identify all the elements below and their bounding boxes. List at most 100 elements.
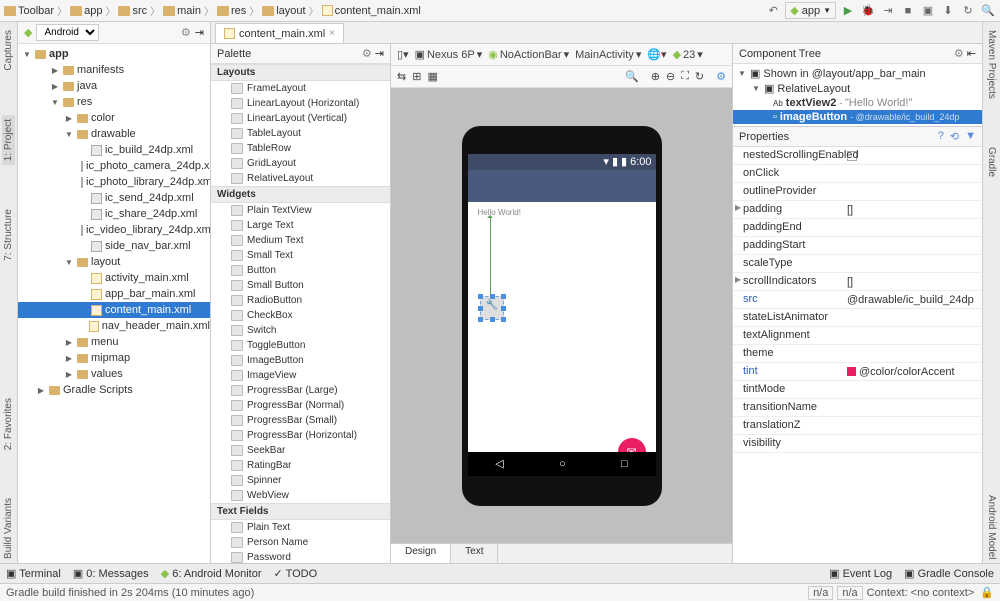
palette-item[interactable]: TableRow	[211, 141, 390, 156]
property-row[interactable]: paddingStart	[733, 237, 982, 255]
tree-imagebutton[interactable]: ▫ imageButton - @drawable/ic_build_24dp	[733, 110, 982, 124]
property-row[interactable]: translationZ	[733, 417, 982, 435]
tree-item[interactable]: ▶mipmap	[18, 350, 210, 366]
tree-item[interactable]: ▼layout	[18, 254, 210, 270]
palette-item[interactable]: GridLayout	[211, 156, 390, 171]
editor-tab[interactable]: content_main.xml ×	[215, 23, 344, 43]
palette-item[interactable]: ImageView	[211, 368, 390, 383]
tab-todo[interactable]: ✓ TODO	[273, 567, 317, 580]
tab-android-monitor[interactable]: ◆ 6: Android Monitor	[161, 567, 262, 580]
textview-preview[interactable]: Hello World!	[478, 208, 521, 217]
lock-icon[interactable]: 🔒	[980, 586, 994, 599]
tree-item[interactable]: ic_build_24dp.xml	[18, 142, 210, 158]
property-row[interactable]: textAlignment	[733, 327, 982, 345]
tab-design[interactable]: Design	[391, 544, 451, 563]
breadcrumb-item[interactable]: content_main.xml	[322, 5, 421, 17]
tree-item[interactable]: ▶manifests	[18, 62, 210, 78]
tree-item[interactable]: activity_main.xml	[18, 270, 210, 286]
tree-item[interactable]: ic_photo_camera_24dp.xml	[18, 158, 210, 174]
tree-item[interactable]: side_nav_bar.xml	[18, 238, 210, 254]
tree-textview[interactable]: Ab textView2 - "Hello World!"	[733, 96, 982, 110]
palette-item[interactable]: SeekBar	[211, 443, 390, 458]
zoom-out-icon[interactable]: ⊖	[666, 70, 675, 83]
property-row[interactable]: onClick	[733, 165, 982, 183]
zoom-fit-icon[interactable]: 🔍	[625, 70, 639, 83]
tab-favorites[interactable]: 2: Favorites	[2, 394, 15, 454]
palette-item[interactable]: RadioButton	[211, 293, 390, 308]
breadcrumb-item[interactable]: res	[217, 5, 246, 17]
revert-icon[interactable]: ⟲	[950, 130, 959, 143]
tree-item[interactable]: ic_photo_library_24dp.xml	[18, 174, 210, 190]
breadcrumb-item[interactable]: Toolbar	[4, 5, 54, 17]
tab-event-log[interactable]: ▣ Event Log	[829, 567, 892, 580]
resize-handle[interactable]	[501, 306, 506, 311]
palette-item[interactable]: TableLayout	[211, 126, 390, 141]
property-row[interactable]: ▶scrollIndicators[]	[733, 273, 982, 291]
tree-item[interactable]: ▼app	[18, 46, 210, 62]
tab-project[interactable]: 1: Project	[2, 115, 15, 165]
palette-item[interactable]: Plain TextView	[211, 203, 390, 218]
content-preview[interactable]: Hello World!	[468, 202, 656, 476]
device-screen[interactable]: ▾ ▮ ▮ 6:00 Hello World!	[468, 154, 656, 476]
tree-item[interactable]: ▶java	[18, 78, 210, 94]
tree-item[interactable]: app_bar_main.xml	[18, 286, 210, 302]
tab-build-variants[interactable]: Build Variants	[2, 494, 15, 563]
palette-item[interactable]: ProgressBar (Small)	[211, 413, 390, 428]
locale-selector[interactable]: 🌐▾	[647, 48, 666, 61]
property-row[interactable]: paddingEnd	[733, 219, 982, 237]
property-row[interactable]: outlineProvider	[733, 183, 982, 201]
palette-item[interactable]: ProgressBar (Normal)	[211, 398, 390, 413]
palette-item[interactable]: LinearLayout (Vertical)	[211, 111, 390, 126]
tree-item[interactable]: ▶color	[18, 110, 210, 126]
component-tree[interactable]: ▼▣ Shown in @layout/app_bar_main ▼▣ Rela…	[733, 64, 982, 126]
palette-item[interactable]: WebView	[211, 488, 390, 503]
back-icon[interactable]: ↶	[765, 3, 781, 19]
property-row[interactable]: scaleType	[733, 255, 982, 273]
tree-item[interactable]: ic_send_24dp.xml	[18, 190, 210, 206]
tree-item[interactable]: nav_header_main.xml	[18, 318, 210, 334]
project-tree[interactable]: ▼app▶manifests▶java▼res▶color▼drawableic…	[18, 44, 210, 563]
breadcrumb-item[interactable]: app	[70, 5, 102, 17]
tab-structure[interactable]: 7: Structure	[2, 205, 15, 265]
property-row[interactable]: visibility	[733, 435, 982, 453]
tab-captures[interactable]: Captures	[2, 26, 15, 75]
zoom-actual-icon[interactable]: ⛶	[681, 70, 689, 83]
orientation-button[interactable]: ▯▾	[397, 48, 409, 61]
tab-text[interactable]: Text	[451, 544, 498, 563]
resize-handle[interactable]	[501, 317, 506, 322]
palette-item[interactable]: Small Button	[211, 278, 390, 293]
property-row[interactable]: tintMode	[733, 381, 982, 399]
project-view-selector[interactable]: Android	[36, 24, 99, 41]
gear-icon[interactable]: ⚙	[181, 26, 191, 39]
palette-item[interactable]: CheckBox	[211, 308, 390, 323]
palette-item[interactable]: Medium Text	[211, 233, 390, 248]
api-selector[interactable]: ◆23▾	[673, 48, 703, 61]
theme-selector[interactable]: ◉NoActionBar▾	[488, 48, 569, 61]
tree-item[interactable]: ▶values	[18, 366, 210, 382]
properties-list[interactable]: nestedScrollingEnabledonClickoutlineProv…	[733, 147, 982, 563]
breadcrumb-item[interactable]: src	[118, 5, 147, 17]
collapse-icon[interactable]: ⇥	[195, 26, 204, 39]
resize-handle[interactable]	[478, 317, 483, 322]
tab-messages[interactable]: ▣ 0: Messages	[73, 567, 149, 580]
tree-root[interactable]: ▼▣ Shown in @layout/app_bar_main	[733, 66, 982, 81]
toggle-size-icon[interactable]: ⇆	[397, 70, 406, 83]
property-row[interactable]: src@drawable/ic_build_24dp	[733, 291, 982, 309]
tree-item[interactable]: ▼drawable	[18, 126, 210, 142]
gear-icon[interactable]: ⚙	[362, 48, 372, 60]
gear-icon[interactable]: ⚙	[716, 70, 726, 83]
collapse-icon[interactable]: ⇥	[375, 48, 384, 60]
tree-item[interactable]: ▶Gradle Scripts	[18, 382, 210, 398]
resize-handle[interactable]	[478, 294, 483, 299]
activity-selector[interactable]: MainActivity▾	[575, 48, 641, 61]
gear-icon[interactable]: ⚙	[954, 48, 964, 60]
property-row[interactable]: ▶padding[]	[733, 201, 982, 219]
debug-button[interactable]: 🐞	[860, 3, 876, 19]
property-row[interactable]: nestedScrollingEnabled	[733, 147, 982, 165]
resize-handle[interactable]	[490, 317, 495, 322]
palette-item[interactable]: Button	[211, 263, 390, 278]
collapse-icon[interactable]: ⇤	[967, 48, 976, 60]
palette-group[interactable]: Widgets	[211, 186, 390, 203]
tab-terminal[interactable]: ▣ Terminal	[6, 567, 61, 580]
tree-item[interactable]: ic_video_library_24dp.xml	[18, 222, 210, 238]
